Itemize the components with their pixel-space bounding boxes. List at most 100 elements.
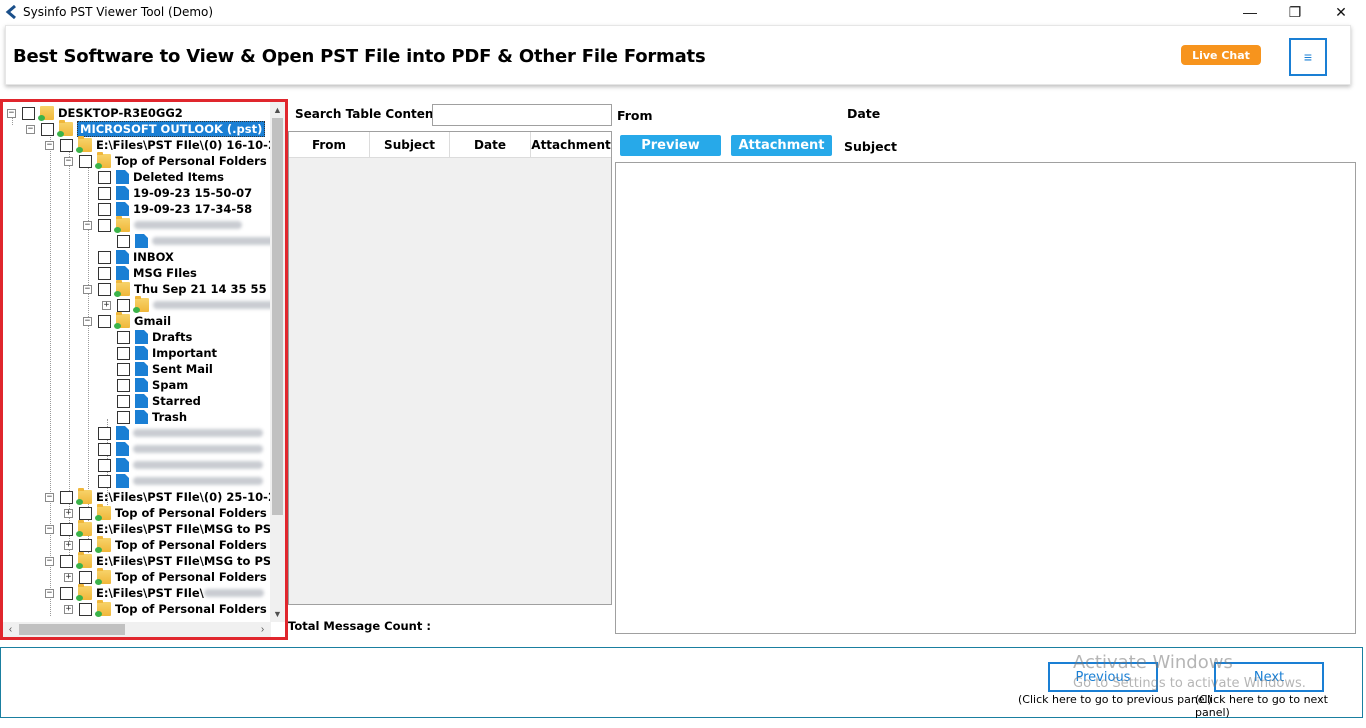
tree-checkbox[interactable] xyxy=(98,474,111,488)
message-preview-pane[interactable] xyxy=(615,162,1356,634)
tree-node[interactable]: − MICROSOFT OUTLOOK (.pst) xyxy=(26,120,266,137)
tree-node[interactable]: Spam xyxy=(102,377,188,393)
tree-checkbox[interactable] xyxy=(117,346,130,360)
tree-node[interactable]: + Top of Personal Folders xyxy=(64,504,267,521)
tree-checkbox[interactable] xyxy=(60,138,73,152)
tree-checkbox[interactable] xyxy=(117,378,130,392)
scroll-right-icon[interactable]: › xyxy=(255,622,270,637)
tree-checkbox[interactable] xyxy=(79,570,92,584)
expand-icon[interactable]: + xyxy=(64,604,73,614)
scroll-left-icon[interactable]: ‹ xyxy=(3,622,18,637)
close-button[interactable]: ✕ xyxy=(1318,0,1364,24)
tree-node[interactable] xyxy=(102,233,271,249)
tree-node[interactable]: MSG FIles xyxy=(83,265,197,281)
column-header-date[interactable]: Date xyxy=(450,132,531,158)
tree-checkbox[interactable] xyxy=(98,250,111,264)
search-input[interactable] xyxy=(432,104,612,126)
tree-checkbox[interactable] xyxy=(117,330,130,344)
scroll-down-icon[interactable]: ▼ xyxy=(270,606,285,621)
tree-node[interactable]: − E:\Files\PST FIle\MSG to PST - xyxy=(45,520,271,537)
tree-checkbox[interactable] xyxy=(98,442,111,456)
collapse-icon[interactable]: − xyxy=(83,316,92,326)
tree-node[interactable]: − E:\Files\PST FIle\ xyxy=(45,584,264,601)
attachment-button[interactable]: Attachment xyxy=(731,135,832,156)
tree-horizontal-scrollbar[interactable]: ‹ › xyxy=(3,622,271,637)
tree-node[interactable]: Drafts xyxy=(102,329,192,345)
tree-checkbox[interactable] xyxy=(98,426,111,440)
tree-node[interactable]: Trash xyxy=(102,409,187,425)
tree-node[interactable]: + Top of Personal Folders xyxy=(64,600,267,617)
tree-checkbox[interactable] xyxy=(22,106,35,120)
collapse-icon[interactable]: − xyxy=(45,556,54,566)
collapse-icon[interactable]: − xyxy=(26,124,35,134)
tree-checkbox[interactable] xyxy=(98,186,111,200)
tree-checkbox[interactable] xyxy=(60,490,73,504)
tree-node[interactable]: INBOX xyxy=(83,249,174,265)
tree-checkbox[interactable] xyxy=(117,394,130,408)
tree-node[interactable]: − E:\Files\PST FIle\(0) 16-10-23 xyxy=(45,136,271,153)
tree-checkbox[interactable] xyxy=(117,298,130,312)
tree-vertical-scrollbar[interactable]: ▲ ▼ xyxy=(270,102,285,622)
tree-checkbox[interactable] xyxy=(60,586,73,600)
tree-node[interactable]: Starred xyxy=(102,393,201,409)
expand-icon[interactable]: + xyxy=(64,508,73,518)
maximize-button[interactable]: ❐ xyxy=(1272,0,1318,24)
folder-tree[interactable]: − DESKTOP-R3E0GG2 − MICROSOFT OUTLOOK (.pst… xyxy=(3,102,271,622)
tree-checkbox[interactable] xyxy=(41,122,54,136)
scroll-thumb[interactable] xyxy=(19,624,125,635)
tree-node[interactable] xyxy=(83,441,263,457)
tree-node[interactable]: − Thu Sep 21 14 35 55 IST xyxy=(83,280,271,297)
tree-node[interactable]: Deleted Items xyxy=(83,169,224,185)
tree-checkbox[interactable] xyxy=(79,506,92,520)
tree-checkbox[interactable] xyxy=(98,266,111,280)
tree-node[interactable]: + Top of Personal Folders xyxy=(64,536,267,553)
tree-checkbox[interactable] xyxy=(60,554,73,568)
tree-checkbox[interactable] xyxy=(98,282,111,296)
tree-node[interactable]: − DESKTOP-R3E0GG2 xyxy=(7,105,183,121)
collapse-icon[interactable]: − xyxy=(45,524,54,534)
collapse-icon[interactable]: − xyxy=(45,588,54,598)
tree-checkbox[interactable] xyxy=(79,602,92,616)
tree-checkbox[interactable] xyxy=(98,170,111,184)
tree-checkbox[interactable] xyxy=(117,234,130,248)
tree-checkbox[interactable] xyxy=(98,458,111,472)
minimize-button[interactable]: — xyxy=(1227,0,1273,24)
expand-icon[interactable]: + xyxy=(102,300,111,310)
tree-checkbox[interactable] xyxy=(79,538,92,552)
collapse-icon[interactable]: − xyxy=(64,156,73,166)
tree-node[interactable]: Sent Mail xyxy=(102,361,213,377)
column-header-from[interactable]: From xyxy=(289,132,370,158)
collapse-icon[interactable]: − xyxy=(45,140,54,150)
live-chat-button[interactable]: Live Chat xyxy=(1181,45,1261,65)
collapse-icon[interactable]: − xyxy=(83,220,92,230)
tree-node[interactable]: − E:\Files\PST FIle\MSG to PST.p xyxy=(45,552,271,569)
tree-checkbox[interactable] xyxy=(60,522,73,536)
tree-node[interactable]: − xyxy=(83,216,242,233)
tree-node[interactable]: + Top of Personal Folders xyxy=(64,568,267,585)
collapse-icon[interactable]: − xyxy=(45,492,54,502)
tree-node[interactable]: 19-09-23 17-34-58 xyxy=(83,201,252,217)
expand-icon[interactable]: + xyxy=(64,540,73,550)
scroll-up-icon[interactable]: ▲ xyxy=(270,102,285,117)
column-header-subject[interactable]: Subject xyxy=(370,132,450,158)
column-header-attachment[interactable]: Attachment xyxy=(531,132,611,158)
tree-node[interactable]: − Top of Personal Folders xyxy=(64,152,267,169)
tree-node[interactable]: + xyxy=(102,296,271,313)
expand-icon[interactable]: + xyxy=(64,572,73,582)
hamburger-menu-button[interactable]: ≡ xyxy=(1289,38,1327,76)
tree-node[interactable] xyxy=(83,457,263,473)
tree-checkbox[interactable] xyxy=(98,202,111,216)
tree-node[interactable] xyxy=(83,473,263,489)
tree-node[interactable] xyxy=(83,425,263,441)
collapse-icon[interactable]: − xyxy=(7,108,16,118)
tree-node[interactable]: Important xyxy=(102,345,217,361)
tree-checkbox[interactable] xyxy=(79,154,92,168)
tree-node[interactable]: − E:\Files\PST FIle\(0) 25-10-23 xyxy=(45,488,271,505)
tree-node[interactable]: − Gmail xyxy=(83,312,171,329)
tree-checkbox[interactable] xyxy=(98,218,111,232)
tree-checkbox[interactable] xyxy=(117,410,130,424)
message-table[interactable]: From Subject Date Attachment xyxy=(288,131,612,605)
tree-node[interactable]: 19-09-23 15-50-07 xyxy=(83,185,252,201)
scroll-thumb[interactable] xyxy=(272,118,283,515)
collapse-icon[interactable]: − xyxy=(83,284,92,294)
